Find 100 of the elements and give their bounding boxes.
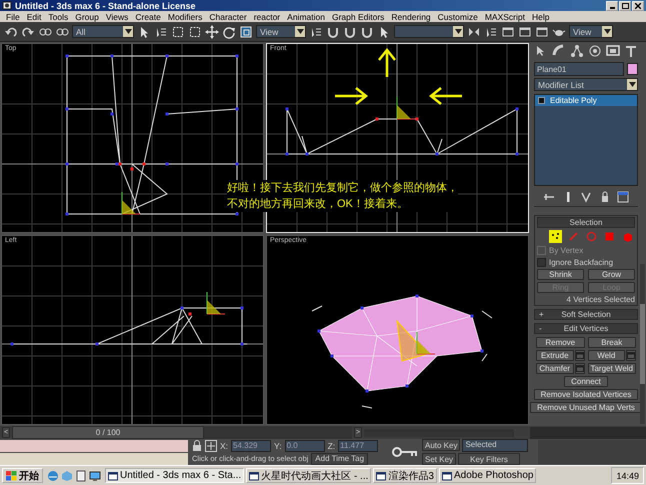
taskbar-button[interactable]: 火星时代动画大社区 - ... (246, 468, 372, 483)
taskbar-button[interactable]: 渲染作品3 (373, 468, 437, 483)
window-icon (249, 470, 260, 480)
menu-item[interactable]: reactor (254, 12, 280, 22)
window-icon[interactable] (501, 24, 515, 38)
taskbar-button[interactable]: Untitled - 3ds max 6 - Sta... (105, 468, 244, 483)
app-icon (2, 1, 12, 10)
menu-item[interactable]: Tools (48, 12, 68, 22)
dropdown-arrow[interactable] (295, 26, 305, 37)
rotate-icon[interactable] (222, 24, 236, 38)
panel-button[interactable]: Connect (564, 376, 608, 387)
time-slider-track[interactable]: 0 / 100 (12, 426, 352, 439)
checkbox-label: Ignore Backfacing (549, 258, 614, 266)
coordinate-system-dropdown[interactable]: View (256, 25, 306, 38)
dropdown-arrow[interactable] (453, 26, 463, 37)
key-icon[interactable] (392, 445, 418, 459)
checkbox-label: By Vertex (549, 246, 584, 254)
window-icon[interactable] (518, 24, 532, 38)
auto-key-button[interactable]: Auto Key (422, 439, 460, 451)
menu-item[interactable]: Views (106, 12, 128, 22)
axis-label: Y: (274, 440, 282, 450)
menu-item[interactable]: File (6, 12, 20, 22)
curve-icon[interactable] (552, 44, 566, 58)
checkbox[interactable] (537, 258, 546, 266)
rollout-header[interactable]: - Edit Vertices (534, 323, 638, 334)
window-title: Untitled - 3ds max 6 - Stand-alone License (15, 0, 197, 10)
menu-item[interactable]: Animation (287, 12, 325, 22)
axis-label: X: (220, 440, 228, 450)
object-color-swatch[interactable] (627, 63, 638, 75)
minimize-icon (610, 6, 614, 8)
window-icon (108, 470, 118, 480)
document-icon[interactable] (75, 470, 87, 482)
dashed-square-icon[interactable] (188, 24, 202, 38)
key-filters-button[interactable]: Key Filters (458, 453, 520, 465)
menu-item[interactable]: Create (135, 12, 161, 22)
set-key-button[interactable]: Set Key (422, 453, 456, 465)
add-time-tag-button[interactable]: Add Time Tag (311, 452, 368, 464)
script-output-field[interactable] (0, 452, 188, 464)
script-listener-field[interactable] (0, 440, 188, 452)
window-icon (376, 470, 386, 480)
menu-item[interactable]: Graph Editors (332, 12, 384, 22)
window-icon (442, 470, 452, 480)
vertex-icon[interactable] (549, 230, 562, 243)
hammer-icon[interactable] (624, 44, 638, 58)
panel-button[interactable]: Extrude (536, 350, 574, 361)
start-button[interactable]: 开始 (2, 468, 43, 483)
maximize-icon (622, 2, 628, 8)
move-icon[interactable] (205, 24, 219, 38)
menu-item[interactable]: Rendering (391, 12, 431, 22)
panel-button[interactable]: Chamfer (536, 363, 574, 374)
named-selection-field[interactable] (394, 25, 464, 38)
maximize-button[interactable] (619, 0, 631, 10)
up-arrow-icon (378, 48, 396, 78)
scroll-thumb[interactable] (640, 304, 645, 384)
rollout-header[interactable]: + Soft Selection (534, 309, 638, 320)
menu-item[interactable]: Help (532, 12, 550, 22)
scroll-bar[interactable] (640, 264, 645, 424)
key-mode-dropdown[interactable]: Selected (462, 439, 528, 452)
menu-item[interactable]: Character (209, 12, 247, 22)
left-arrow-icon (429, 86, 464, 106)
close-button[interactable] (632, 0, 644, 10)
panel-button[interactable]: Weld (588, 350, 625, 361)
window-icon[interactable] (535, 24, 549, 38)
rollout-header[interactable]: Selection (537, 217, 635, 228)
panel-button[interactable]: Remove (536, 337, 584, 348)
menu-item[interactable]: Customize (438, 12, 478, 22)
monitor-icon[interactable] (606, 44, 620, 58)
circle-icon[interactable] (588, 44, 602, 58)
menu-item[interactable]: Modifiers (168, 12, 202, 22)
fork-icon[interactable] (579, 190, 593, 204)
panel-button[interactable]: Remove Unused Map Verts (530, 402, 642, 413)
panel-button[interactable]: Target Weld (588, 363, 636, 374)
menu-item[interactable]: MAXScript (484, 12, 525, 22)
dashed-square-icon[interactable] (171, 24, 185, 38)
dropdown-arrow[interactable] (602, 26, 612, 37)
panel-button[interactable]: Shrink (537, 269, 584, 280)
panel-button[interactable]: Remove Isolated Vertices (534, 389, 638, 400)
panel-button[interactable]: Grow (588, 269, 635, 280)
modifier-list-dropdown[interactable]: Modifier List (534, 78, 638, 91)
browser-icon[interactable] (47, 470, 59, 482)
object-name-field[interactable]: Plane01 (534, 62, 624, 76)
hierarchy-icon[interactable] (570, 44, 584, 58)
annotation-text: 好啦！接下去我们先复制它，做个参照的物体， (227, 180, 458, 196)
menu-item[interactable]: Edit (26, 12, 42, 22)
configure-icon[interactable] (616, 190, 630, 204)
clock-text: 14:49 (616, 470, 639, 480)
dropdown-arrow[interactable] (627, 79, 637, 90)
stack-item[interactable]: Editable Poly (535, 95, 637, 106)
axis-label: Z: (328, 440, 336, 450)
monitor-icon[interactable] (89, 470, 101, 482)
menu-item[interactable]: Group (75, 12, 99, 22)
time-slider-thumb[interactable]: 0 / 100 (12, 426, 204, 439)
dropdown-arrow[interactable] (123, 26, 133, 37)
selection-filter-dropdown[interactable]: All (72, 25, 134, 38)
panel-button[interactable]: Break (588, 337, 636, 348)
taskbar-button[interactable]: Adobe Photoshop (438, 468, 536, 483)
absolute-mode-icon[interactable] (205, 440, 217, 452)
lock-icon[interactable] (192, 440, 202, 452)
render-type-dropdown[interactable]: View (569, 25, 613, 38)
minimize-button[interactable] (606, 0, 618, 10)
